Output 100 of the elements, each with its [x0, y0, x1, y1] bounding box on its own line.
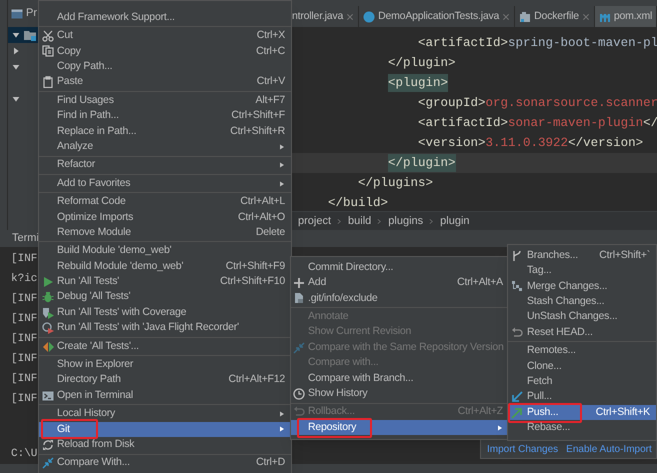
menu-item[interactable]: UnStash Changes... — [508, 310, 656, 325]
terminal-line: [INF — [11, 392, 38, 407]
menu-item[interactable]: Branches... Ctrl+Shift+` — [508, 248, 656, 264]
close-icon — [582, 12, 590, 20]
arrows-icon — [42, 457, 54, 470]
menu-item[interactable]: Optimize Imports Ctrl+Alt+O — [39, 210, 291, 226]
menu-item[interactable]: Analyze — [39, 139, 291, 155]
submenu-arrow-icon — [497, 424, 503, 432]
gauge-play-icon — [42, 322, 54, 334]
menu-item[interactable]: Remove Module Delete — [39, 225, 291, 240]
play-icon — [42, 276, 54, 288]
panel-tab-label[interactable]: Pr — [26, 5, 37, 22]
menu-item[interactable]: Local History — [39, 406, 291, 422]
menu-item[interactable]: Tag... — [508, 263, 656, 279]
file-icon — [519, 10, 532, 22]
branch-icon — [511, 250, 523, 262]
menu-item[interactable]: Reload from Disk — [39, 437, 291, 453]
menu-item[interactable]: Cut Ctrl+X — [39, 28, 291, 44]
chevron-icon — [377, 218, 382, 224]
undo-arrow-icon — [511, 326, 523, 339]
submenu-arrow-icon — [279, 142, 285, 151]
copy-icon — [42, 45, 54, 58]
menu-item[interactable]: Pull... — [508, 390, 656, 405]
close-icon — [346, 12, 354, 20]
window-icon — [11, 8, 23, 20]
submenu-arrow-icon — [279, 161, 285, 170]
menu-item[interactable]: Replace in Path... Ctrl+Shift+R — [39, 124, 291, 140]
menu-item[interactable]: Directory Path Ctrl+Alt+F12 — [39, 372, 291, 388]
reload-icon — [42, 438, 54, 451]
menu-item[interactable]: Add Framework Support... — [39, 10, 291, 26]
menu-item[interactable]: Create 'All Tests'... — [39, 338, 291, 354]
file-icon — [293, 292, 305, 304]
menu-item[interactable]: Remotes... — [508, 343, 656, 359]
terminal-line: [INF — [11, 352, 38, 367]
menu-item[interactable]: .git/info/exclude — [291, 290, 509, 306]
terminal-icon — [42, 390, 54, 402]
menu-item[interactable]: Find in Path... Ctrl+Shift+F — [39, 108, 291, 124]
menu-item[interactable]: Reformat Code Ctrl+Alt+L — [39, 194, 291, 210]
menu-item[interactable]: Rebase... — [508, 420, 656, 436]
menu-item[interactable]: Rebuild Module 'demo_web' Ctrl+Shift+F9 — [39, 258, 291, 274]
menu-item[interactable]: Find Usages Alt+F7 — [39, 92, 291, 108]
scissors-icon — [42, 30, 54, 42]
plus-icon — [293, 277, 305, 290]
terminal-line: C:\U — [11, 447, 38, 462]
menu-item[interactable]: Refactor — [39, 158, 291, 173]
notification-link[interactable]: Enable Auto-Import — [566, 442, 652, 456]
menu-item[interactable]: Add to Favorites — [39, 176, 291, 192]
menu-item[interactable]: Show in Explorer — [39, 357, 291, 373]
menu-item[interactable]: Fetch — [508, 374, 656, 390]
menu-item[interactable]: Run 'All Tests' Ctrl+Shift+F10 — [39, 274, 291, 290]
menu-item[interactable]: Copy Ctrl+C — [39, 44, 291, 60]
terminal-line: [INF — [11, 292, 38, 307]
menu-item[interactable]: Repository — [291, 420, 509, 436]
clock-icon — [293, 388, 305, 400]
arrows-icon — [293, 342, 305, 354]
chevron-icon — [337, 218, 342, 224]
notification-link[interactable]: Import Changes — [487, 442, 558, 456]
editor-tab[interactable]: ntroller.java — [290, 6, 360, 27]
menu-item[interactable]: Build Module 'demo_web' — [39, 243, 291, 259]
menu-item[interactable]: Git — [39, 422, 291, 438]
shield-play-icon — [42, 306, 54, 319]
bug-icon — [42, 291, 54, 304]
menu-item[interactable]: Merge Changes... — [508, 278, 656, 294]
terminal-line: [INF — [11, 372, 38, 387]
menu-item[interactable]: Paste Ctrl+V — [39, 74, 291, 90]
tree-row[interactable] — [8, 27, 38, 43]
class-icon — [363, 10, 376, 22]
panel-tab-label[interactable]: Termi — [12, 230, 39, 247]
terminal-line: k?ic — [11, 272, 38, 287]
terminal-line: [INF — [11, 312, 38, 327]
chevron-icon — [429, 218, 434, 224]
menu-item[interactable]: Push... Ctrl+Shift+K — [508, 404, 656, 420]
submenu-arrow-icon — [279, 180, 285, 188]
diamond-icon — [42, 340, 54, 352]
clipboard-icon — [42, 76, 54, 88]
merge-icon — [511, 280, 523, 292]
menu-item[interactable]: Show History — [291, 386, 509, 402]
menu-item[interactable]: Commit Directory... — [291, 260, 509, 276]
menu-item[interactable]: Clone... — [508, 358, 656, 374]
menu-item[interactable]: Copy Path... — [39, 59, 291, 75]
breadcrumb[interactable]: build — [348, 212, 372, 230]
close-icon — [502, 12, 510, 20]
menu-item[interactable]: Run 'All Tests' with 'Java Flight Recorder' — [39, 320, 291, 336]
down-left-arrow-icon — [511, 391, 523, 404]
breadcrumb[interactable]: plugin — [440, 212, 470, 230]
breadcrumb[interactable]: plugins — [388, 212, 424, 230]
terminal-line: [INF — [11, 252, 38, 267]
up-right-arrow-icon — [511, 406, 523, 419]
menu-item[interactable]: Stash Changes... — [508, 294, 656, 310]
menu-item[interactable]: Compare With... Ctrl+D — [39, 456, 291, 471]
terminal-line: [INF — [11, 332, 38, 347]
folder-icon — [24, 29, 36, 41]
menu-item[interactable]: Compare with Branch... — [291, 370, 509, 386]
menu-item[interactable]: Add Ctrl+Alt+A — [291, 275, 509, 291]
editor-tab[interactable]: pom.xml — [594, 6, 657, 27]
menu-item[interactable]: Debug 'All Tests' — [39, 290, 291, 306]
menu-item[interactable]: Run 'All Tests' with Coverage — [39, 305, 291, 320]
menu-item[interactable]: Open in Terminal — [39, 388, 291, 404]
breadcrumb[interactable]: project — [298, 212, 332, 230]
menu-item[interactable]: Reset HEAD... — [508, 324, 656, 340]
